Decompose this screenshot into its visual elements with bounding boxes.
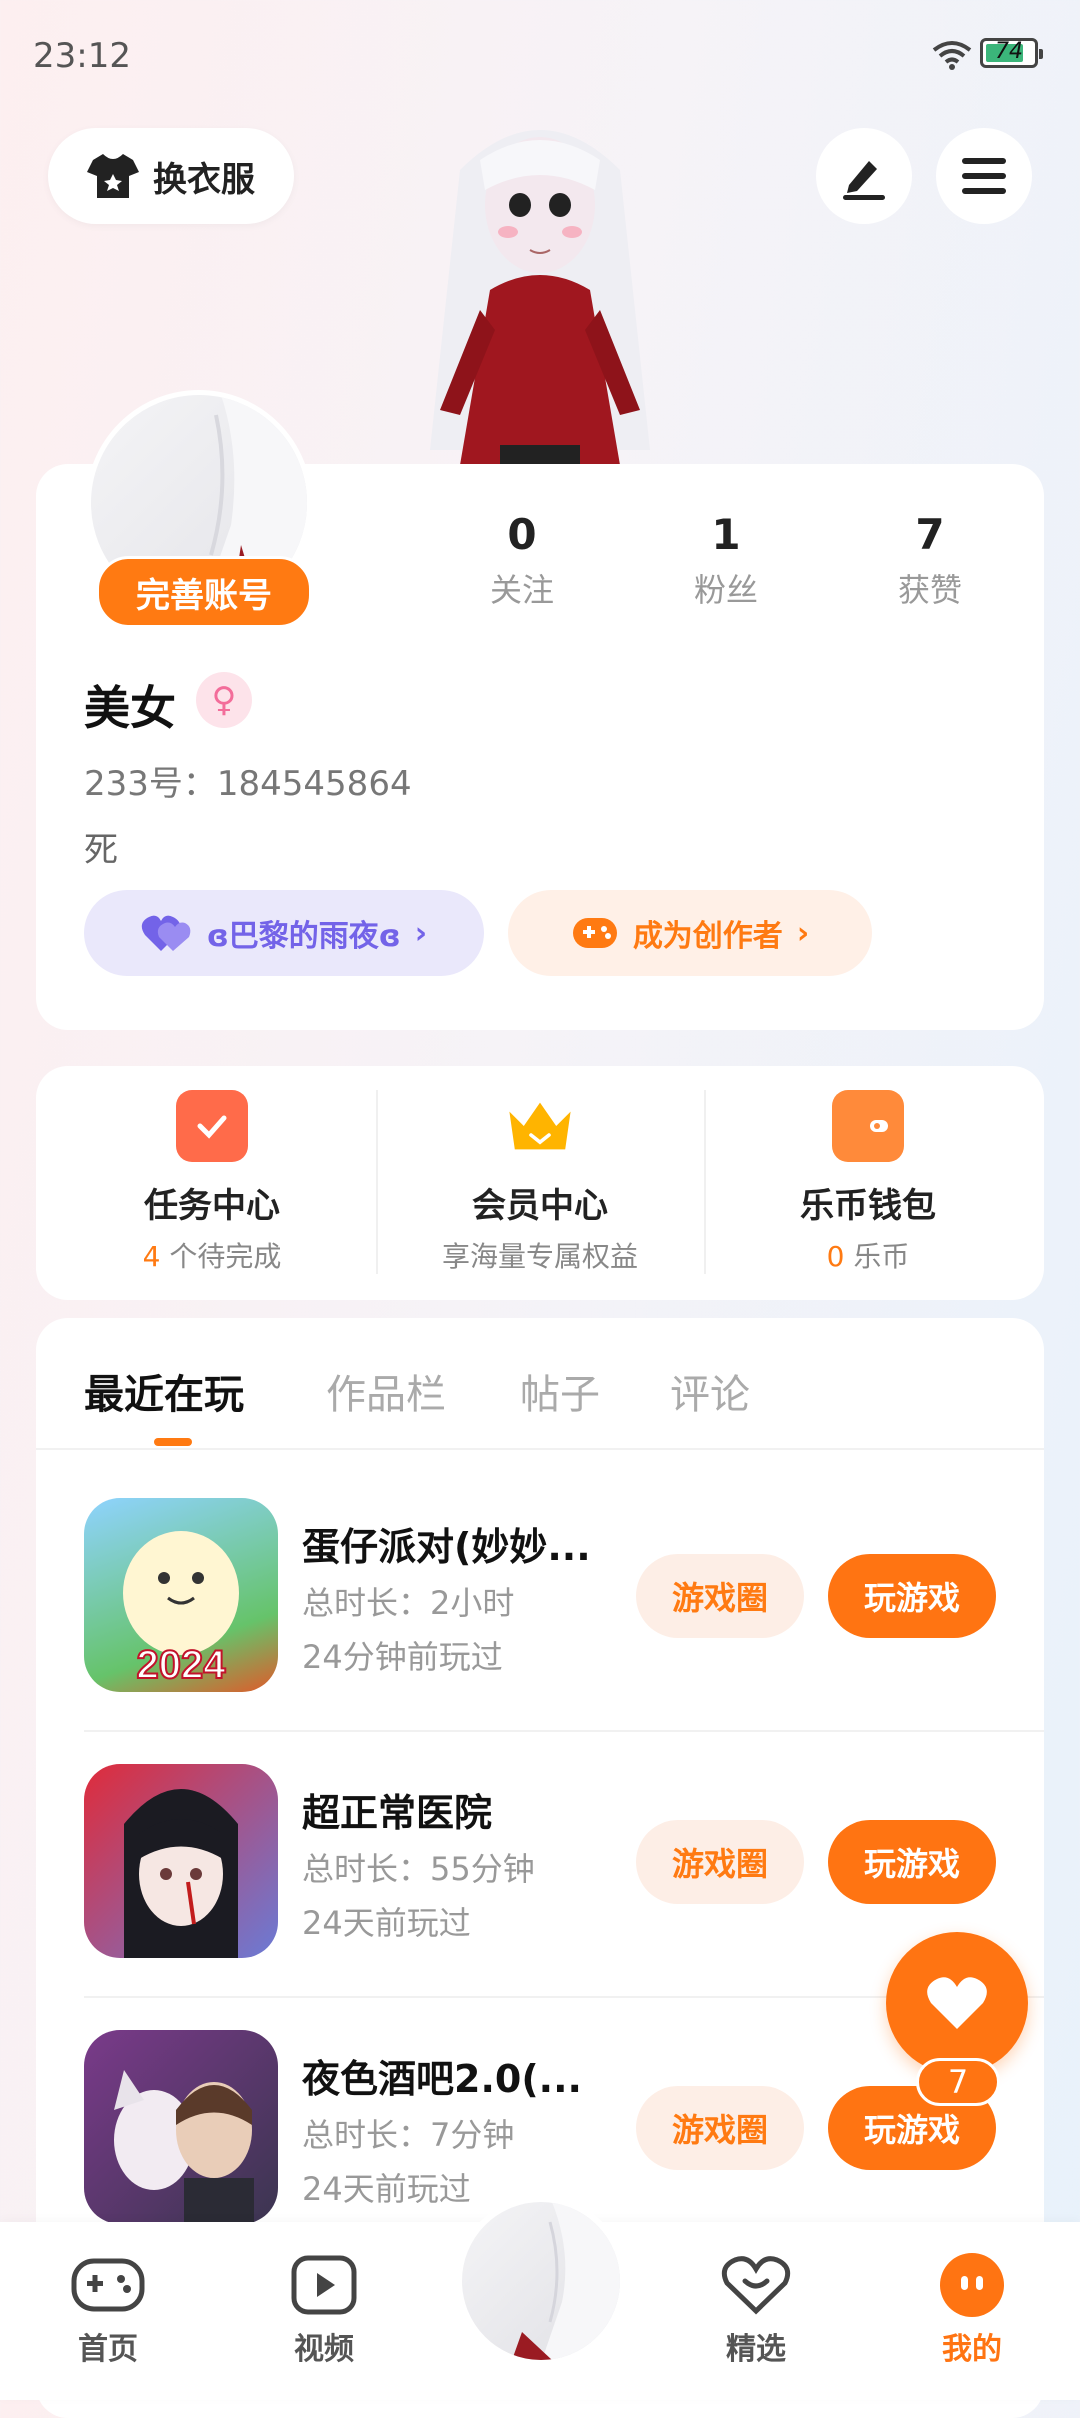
stat-following[interactable]: 0 关注 bbox=[452, 510, 592, 611]
wallet-icon bbox=[832, 1090, 904, 1162]
club-button[interactable]: ɞ巴黎的雨夜ɞ › bbox=[84, 890, 484, 976]
stat-label: 粉丝 bbox=[693, 571, 758, 609]
club-label: ɞ巴黎的雨夜ɞ bbox=[206, 919, 401, 954]
stat-label: 获赞 bbox=[897, 571, 962, 609]
menu-title: 乐币钱包 bbox=[800, 1186, 936, 1226]
menu-title: 会员中心 bbox=[472, 1186, 608, 1226]
vip-center[interactable]: 会员中心 享海量专属权益 bbox=[390, 1090, 690, 1275]
edit-profile-button[interactable] bbox=[816, 128, 912, 224]
floating-like-button[interactable] bbox=[886, 1932, 1028, 2074]
task-center[interactable]: 任务中心 4 个待完成 bbox=[62, 1090, 362, 1275]
become-creator-label: 成为创作者 bbox=[632, 919, 783, 954]
user-id: 233号：184545864 bbox=[84, 764, 412, 804]
gamepad-icon bbox=[68, 2252, 148, 2318]
stat-value: 0 bbox=[507, 510, 537, 559]
game-duration: 总时长：7分钟 bbox=[302, 2116, 515, 2154]
like-count-badge: 7 bbox=[916, 2058, 1000, 2106]
coin-wallet[interactable]: 乐币钱包 0 乐币 bbox=[718, 1090, 1018, 1275]
heart-icon bbox=[141, 915, 191, 951]
stat-value: 7 bbox=[915, 510, 945, 559]
game-last-played: 24分钟前玩过 bbox=[302, 1638, 503, 1676]
nav-video[interactable]: 视频 bbox=[254, 2252, 394, 2368]
status-time: 23:12 bbox=[33, 36, 131, 76]
game-circle-button[interactable]: 游戏圈 bbox=[636, 1554, 804, 1638]
tab-recent[interactable]: 最近在玩 bbox=[84, 1362, 244, 1420]
chevron-right-icon: › bbox=[414, 915, 428, 951]
chevron-right-icon: › bbox=[796, 915, 810, 951]
avatar-figure[interactable] bbox=[380, 110, 700, 465]
list-item[interactable]: 2024 蛋仔派对(妙妙... 总时长：2小时 24分钟前玩过 游戏圈 玩游戏 bbox=[84, 1498, 1044, 1762]
hamburger-icon bbox=[962, 158, 1006, 194]
username: 美女 bbox=[84, 681, 176, 735]
divider bbox=[704, 1090, 706, 1274]
bio: 死 bbox=[84, 830, 118, 870]
change-outfit-button[interactable]: 换衣服 bbox=[48, 128, 294, 224]
stat-label: 关注 bbox=[489, 571, 554, 609]
game-duration: 总时长：55分钟 bbox=[302, 1850, 535, 1888]
tab-divider bbox=[36, 1448, 1044, 1450]
tab-posts[interactable]: 帖子 bbox=[520, 1362, 600, 1420]
nav-label: 精选 bbox=[726, 2332, 786, 2367]
game-circle-button[interactable]: 游戏圈 bbox=[636, 1820, 804, 1904]
play-game-button[interactable]: 玩游戏 bbox=[828, 1554, 996, 1638]
game-last-played: 24天前玩过 bbox=[302, 1904, 471, 1942]
nav-avatar[interactable] bbox=[456, 2196, 626, 2366]
pen-icon bbox=[843, 161, 885, 200]
game-icon bbox=[84, 2030, 278, 2224]
play-game-button[interactable]: 玩游戏 bbox=[828, 1820, 996, 1904]
stat-likes[interactable]: 7 获赞 bbox=[860, 510, 1000, 611]
face-icon bbox=[932, 2252, 1012, 2318]
video-icon bbox=[284, 2252, 364, 2318]
game-title: 超正常医院 bbox=[302, 1791, 493, 1835]
become-creator-button[interactable]: 成为创作者 › bbox=[508, 890, 872, 976]
game-icon bbox=[84, 1764, 278, 1958]
menu-title: 任务中心 bbox=[144, 1186, 280, 1226]
menu-subtitle: 0 乐币 bbox=[826, 1240, 910, 1273]
crown-icon bbox=[504, 1090, 576, 1162]
calendar-check-icon bbox=[176, 1090, 248, 1162]
divider bbox=[376, 1090, 378, 1274]
wifi-icon bbox=[932, 41, 972, 70]
menu-subtitle: 享海量专属权益 bbox=[441, 1240, 638, 1273]
tab-indicator bbox=[154, 1438, 192, 1446]
stat-followers[interactable]: 1 粉丝 bbox=[656, 510, 796, 611]
game-title: 蛋仔派对(妙妙... bbox=[302, 1525, 591, 1569]
nav-label: 视频 bbox=[294, 2332, 354, 2367]
menu-subtitle: 4 个待完成 bbox=[142, 1240, 282, 1273]
heart-outline-icon bbox=[716, 2252, 796, 2318]
game-title: 夜色酒吧2.0(... bbox=[302, 2057, 582, 2101]
game-badge-text: 2024 bbox=[137, 1643, 227, 1687]
nav-label: 首页 bbox=[78, 2332, 138, 2367]
tshirt-icon bbox=[87, 154, 139, 198]
nav-home[interactable]: 首页 bbox=[38, 2252, 178, 2368]
game-circle-button[interactable]: 游戏圈 bbox=[636, 2086, 804, 2170]
nav-featured[interactable]: 精选 bbox=[686, 2252, 826, 2368]
tab-works[interactable]: 作品栏 bbox=[326, 1362, 446, 1420]
battery-level: 74 bbox=[995, 39, 1023, 64]
game-duration: 总时长：2小时 bbox=[302, 1584, 515, 1622]
change-outfit-label: 换衣服 bbox=[153, 159, 255, 200]
battery-icon: 74 bbox=[980, 38, 1043, 68]
stat-value: 1 bbox=[711, 510, 741, 559]
game-icon: 2024 bbox=[84, 1498, 278, 1692]
avatar-image bbox=[512, 2202, 620, 2360]
complete-account-badge[interactable]: 完善账号 bbox=[96, 556, 312, 628]
game-last-played: 24天前玩过 bbox=[302, 2170, 471, 2208]
female-gender-icon: ♀ bbox=[196, 672, 252, 728]
menu-button[interactable] bbox=[936, 128, 1032, 224]
gamepad-icon bbox=[572, 918, 617, 948]
row-divider bbox=[84, 1730, 1044, 1732]
heart-icon bbox=[927, 1977, 987, 2029]
nav-mine[interactable]: 我的 bbox=[902, 2252, 1042, 2368]
nav-label: 我的 bbox=[942, 2332, 1002, 2367]
tab-comments[interactable]: 评论 bbox=[670, 1362, 750, 1420]
